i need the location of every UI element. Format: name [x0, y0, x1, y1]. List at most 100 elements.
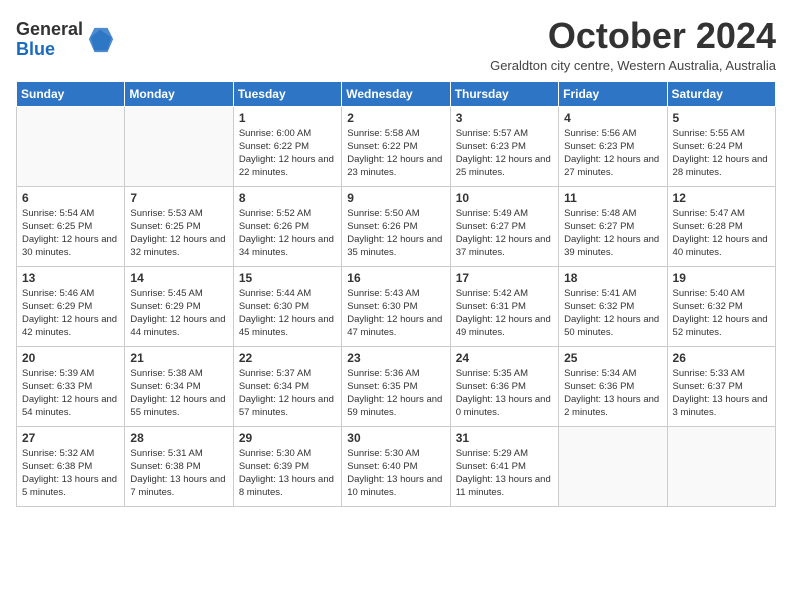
day-info: Sunrise: 5:55 AM Sunset: 6:24 PM Dayligh… — [673, 127, 770, 180]
day-info: Sunrise: 5:47 AM Sunset: 6:28 PM Dayligh… — [673, 207, 770, 260]
day-number: 19 — [673, 271, 770, 285]
calendar-table: SundayMondayTuesdayWednesdayThursdayFrid… — [16, 81, 776, 507]
weekday-header: Saturday — [667, 81, 775, 106]
calendar-cell: 7 Sunrise: 5:53 AM Sunset: 6:25 PM Daylig… — [125, 186, 233, 266]
day-info: Sunrise: 5:43 AM Sunset: 6:30 PM Dayligh… — [347, 287, 444, 340]
calendar-cell: 22Sunrise: 5:37 AM Sunset: 6:34 PM Dayli… — [233, 346, 341, 426]
day-info: Sunrise: 5:46 AM Sunset: 6:29 PM Dayligh… — [22, 287, 119, 340]
weekday-header: Friday — [559, 81, 667, 106]
page-header: General Blue October 2024 Geraldton city… — [16, 16, 776, 73]
calendar-week-row: 27 Sunrise: 5:32 AM Sunset: 6:38 PM Dayli… — [17, 426, 776, 506]
location-subtitle: Geraldton city centre, Western Australia… — [490, 58, 776, 73]
day-number: 8 — [239, 191, 336, 205]
calendar-cell: 30Sunrise: 5:30 AM Sunset: 6:40 PM Dayli… — [342, 426, 450, 506]
day-info: Sunrise: 5:36 AM Sunset: 6:35 PM Dayligh… — [347, 367, 444, 420]
day-number: 27 — [22, 431, 119, 445]
weekday-header: Sunday — [17, 81, 125, 106]
month-title: October 2024 — [490, 16, 776, 56]
calendar-cell: 3 Sunrise: 5:57 AM Sunset: 6:23 PM Daylig… — [450, 106, 558, 186]
title-block: October 2024 Geraldton city centre, West… — [490, 16, 776, 73]
weekday-header: Tuesday — [233, 81, 341, 106]
calendar-cell — [559, 426, 667, 506]
day-number: 1 — [239, 111, 336, 125]
day-number: 12 — [673, 191, 770, 205]
day-info: Sunrise: 5:29 AM Sunset: 6:41 PM Dayligh… — [456, 447, 553, 500]
day-number: 9 — [347, 191, 444, 205]
calendar-cell — [17, 106, 125, 186]
logo-icon — [87, 26, 115, 54]
calendar-cell: 23Sunrise: 5:36 AM Sunset: 6:35 PM Dayli… — [342, 346, 450, 426]
calendar-cell — [125, 106, 233, 186]
weekday-header-row: SundayMondayTuesdayWednesdayThursdayFrid… — [17, 81, 776, 106]
day-number: 3 — [456, 111, 553, 125]
calendar-cell: 27 Sunrise: 5:32 AM Sunset: 6:38 PM Dayli… — [17, 426, 125, 506]
day-info: Sunrise: 5:56 AM Sunset: 6:23 PM Dayligh… — [564, 127, 661, 180]
day-info: Sunrise: 5:57 AM Sunset: 6:23 PM Dayligh… — [456, 127, 553, 180]
day-info: Sunrise: 5:58 AM Sunset: 6:22 PM Dayligh… — [347, 127, 444, 180]
calendar-cell: 31 Sunrise: 5:29 AM Sunset: 6:41 PM Dayli… — [450, 426, 558, 506]
day-info: Sunrise: 5:40 AM Sunset: 6:32 PM Dayligh… — [673, 287, 770, 340]
day-info: Sunrise: 5:31 AM Sunset: 6:38 PM Dayligh… — [130, 447, 227, 500]
day-info: Sunrise: 5:48 AM Sunset: 6:27 PM Dayligh… — [564, 207, 661, 260]
day-number: 25 — [564, 351, 661, 365]
day-info: Sunrise: 5:45 AM Sunset: 6:29 PM Dayligh… — [130, 287, 227, 340]
logo-general: General — [16, 19, 83, 39]
day-number: 4 — [564, 111, 661, 125]
calendar-week-row: 13 Sunrise: 5:46 AM Sunset: 6:29 PM Dayli… — [17, 266, 776, 346]
day-number: 24 — [456, 351, 553, 365]
day-number: 31 — [456, 431, 553, 445]
day-info: Sunrise: 5:49 AM Sunset: 6:27 PM Dayligh… — [456, 207, 553, 260]
calendar-cell: 13 Sunrise: 5:46 AM Sunset: 6:29 PM Dayli… — [17, 266, 125, 346]
day-info: Sunrise: 5:39 AM Sunset: 6:33 PM Dayligh… — [22, 367, 119, 420]
logo-text: General Blue — [16, 20, 83, 60]
calendar-cell: 26 Sunrise: 5:33 AM Sunset: 6:37 PM Dayli… — [667, 346, 775, 426]
calendar-cell: 16Sunrise: 5:43 AM Sunset: 6:30 PM Dayli… — [342, 266, 450, 346]
calendar-week-row: 1Sunrise: 6:00 AM Sunset: 6:22 PM Daylig… — [17, 106, 776, 186]
calendar-cell: 6Sunrise: 5:54 AM Sunset: 6:25 PM Daylig… — [17, 186, 125, 266]
day-info: Sunrise: 5:53 AM Sunset: 6:25 PM Dayligh… — [130, 207, 227, 260]
calendar-cell: 2 Sunrise: 5:58 AM Sunset: 6:22 PM Daylig… — [342, 106, 450, 186]
day-info: Sunrise: 5:30 AM Sunset: 6:40 PM Dayligh… — [347, 447, 444, 500]
calendar-cell: 9Sunrise: 5:50 AM Sunset: 6:26 PM Daylig… — [342, 186, 450, 266]
day-number: 26 — [673, 351, 770, 365]
day-number: 7 — [130, 191, 227, 205]
calendar-cell: 10Sunrise: 5:49 AM Sunset: 6:27 PM Dayli… — [450, 186, 558, 266]
calendar-cell: 15 Sunrise: 5:44 AM Sunset: 6:30 PM Dayli… — [233, 266, 341, 346]
day-info: Sunrise: 5:41 AM Sunset: 6:32 PM Dayligh… — [564, 287, 661, 340]
weekday-header: Monday — [125, 81, 233, 106]
day-info: Sunrise: 5:52 AM Sunset: 6:26 PM Dayligh… — [239, 207, 336, 260]
day-info: Sunrise: 5:33 AM Sunset: 6:37 PM Dayligh… — [673, 367, 770, 420]
day-info: Sunrise: 5:44 AM Sunset: 6:30 PM Dayligh… — [239, 287, 336, 340]
day-number: 29 — [239, 431, 336, 445]
calendar-cell: 8 Sunrise: 5:52 AM Sunset: 6:26 PM Daylig… — [233, 186, 341, 266]
calendar-cell: 28Sunrise: 5:31 AM Sunset: 6:38 PM Dayli… — [125, 426, 233, 506]
calendar-cell: 18 Sunrise: 5:41 AM Sunset: 6:32 PM Dayli… — [559, 266, 667, 346]
calendar-cell: 1Sunrise: 6:00 AM Sunset: 6:22 PM Daylig… — [233, 106, 341, 186]
day-number: 5 — [673, 111, 770, 125]
day-number: 13 — [22, 271, 119, 285]
day-info: Sunrise: 5:54 AM Sunset: 6:25 PM Dayligh… — [22, 207, 119, 260]
calendar-cell: 24 Sunrise: 5:35 AM Sunset: 6:36 PM Dayli… — [450, 346, 558, 426]
calendar-cell: 17 Sunrise: 5:42 AM Sunset: 6:31 PM Dayli… — [450, 266, 558, 346]
calendar-cell — [667, 426, 775, 506]
calendar-cell: 19 Sunrise: 5:40 AM Sunset: 6:32 PM Dayli… — [667, 266, 775, 346]
day-info: Sunrise: 5:35 AM Sunset: 6:36 PM Dayligh… — [456, 367, 553, 420]
calendar-cell: 5 Sunrise: 5:55 AM Sunset: 6:24 PM Daylig… — [667, 106, 775, 186]
calendar-week-row: 20 Sunrise: 5:39 AM Sunset: 6:33 PM Dayli… — [17, 346, 776, 426]
calendar-cell: 4 Sunrise: 5:56 AM Sunset: 6:23 PM Daylig… — [559, 106, 667, 186]
day-number: 2 — [347, 111, 444, 125]
day-info: Sunrise: 5:42 AM Sunset: 6:31 PM Dayligh… — [456, 287, 553, 340]
logo-blue: Blue — [16, 39, 55, 59]
day-number: 20 — [22, 351, 119, 365]
day-info: Sunrise: 5:32 AM Sunset: 6:38 PM Dayligh… — [22, 447, 119, 500]
calendar-cell: 25Sunrise: 5:34 AM Sunset: 6:36 PM Dayli… — [559, 346, 667, 426]
calendar-cell: 21Sunrise: 5:38 AM Sunset: 6:34 PM Dayli… — [125, 346, 233, 426]
logo: General Blue — [16, 20, 115, 60]
day-number: 14 — [130, 271, 227, 285]
day-number: 18 — [564, 271, 661, 285]
day-number: 17 — [456, 271, 553, 285]
calendar-cell: 20 Sunrise: 5:39 AM Sunset: 6:33 PM Dayli… — [17, 346, 125, 426]
calendar-cell: 12 Sunrise: 5:47 AM Sunset: 6:28 PM Dayli… — [667, 186, 775, 266]
day-number: 15 — [239, 271, 336, 285]
day-info: Sunrise: 5:30 AM Sunset: 6:39 PM Dayligh… — [239, 447, 336, 500]
